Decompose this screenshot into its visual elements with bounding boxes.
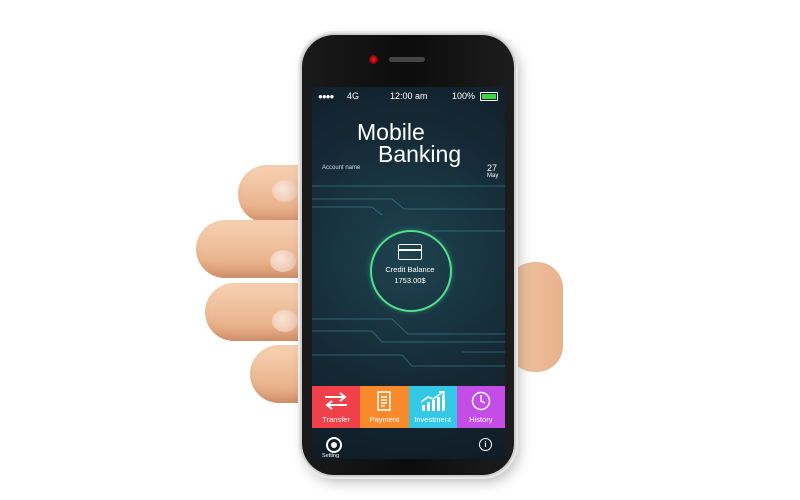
transfer-label: Transfer bbox=[322, 415, 350, 424]
gear-icon[interactable] bbox=[326, 437, 342, 453]
hand-finger bbox=[205, 283, 315, 341]
investment-label: Investment bbox=[414, 415, 451, 424]
credit-balance-label: Credit Balance bbox=[385, 265, 435, 274]
fingernail bbox=[272, 310, 298, 332]
earpiece-speaker bbox=[389, 57, 425, 62]
history-button[interactable]: History bbox=[456, 386, 505, 428]
app-screen: ●●●● 4G 12:00 am 100% Mobile Banking Acc… bbox=[312, 87, 505, 459]
clock-icon bbox=[457, 390, 505, 412]
info-icon[interactable]: i bbox=[479, 438, 492, 451]
investment-button[interactable]: Investment bbox=[408, 386, 457, 428]
receipt-icon bbox=[360, 390, 408, 412]
action-tiles: Transfer Payment Investment History bbox=[312, 386, 505, 428]
hand-finger bbox=[196, 220, 316, 278]
smartphone: ●●●● 4G 12:00 am 100% Mobile Banking Acc… bbox=[302, 35, 514, 475]
payment-label: Payment bbox=[369, 415, 400, 424]
fingernail bbox=[270, 250, 296, 272]
fingernail bbox=[272, 180, 298, 202]
history-label: History bbox=[469, 415, 493, 424]
payment-button[interactable]: Payment bbox=[360, 386, 409, 428]
credit-card-icon bbox=[398, 244, 422, 260]
front-camera bbox=[369, 55, 378, 64]
setting-label: Setting bbox=[322, 453, 340, 459]
growth-chart-icon bbox=[409, 390, 457, 412]
credit-balance-amount: 1753.00$ bbox=[394, 276, 426, 285]
transfer-button[interactable]: Transfer bbox=[312, 386, 361, 428]
transfer-arrows-icon bbox=[312, 390, 360, 412]
